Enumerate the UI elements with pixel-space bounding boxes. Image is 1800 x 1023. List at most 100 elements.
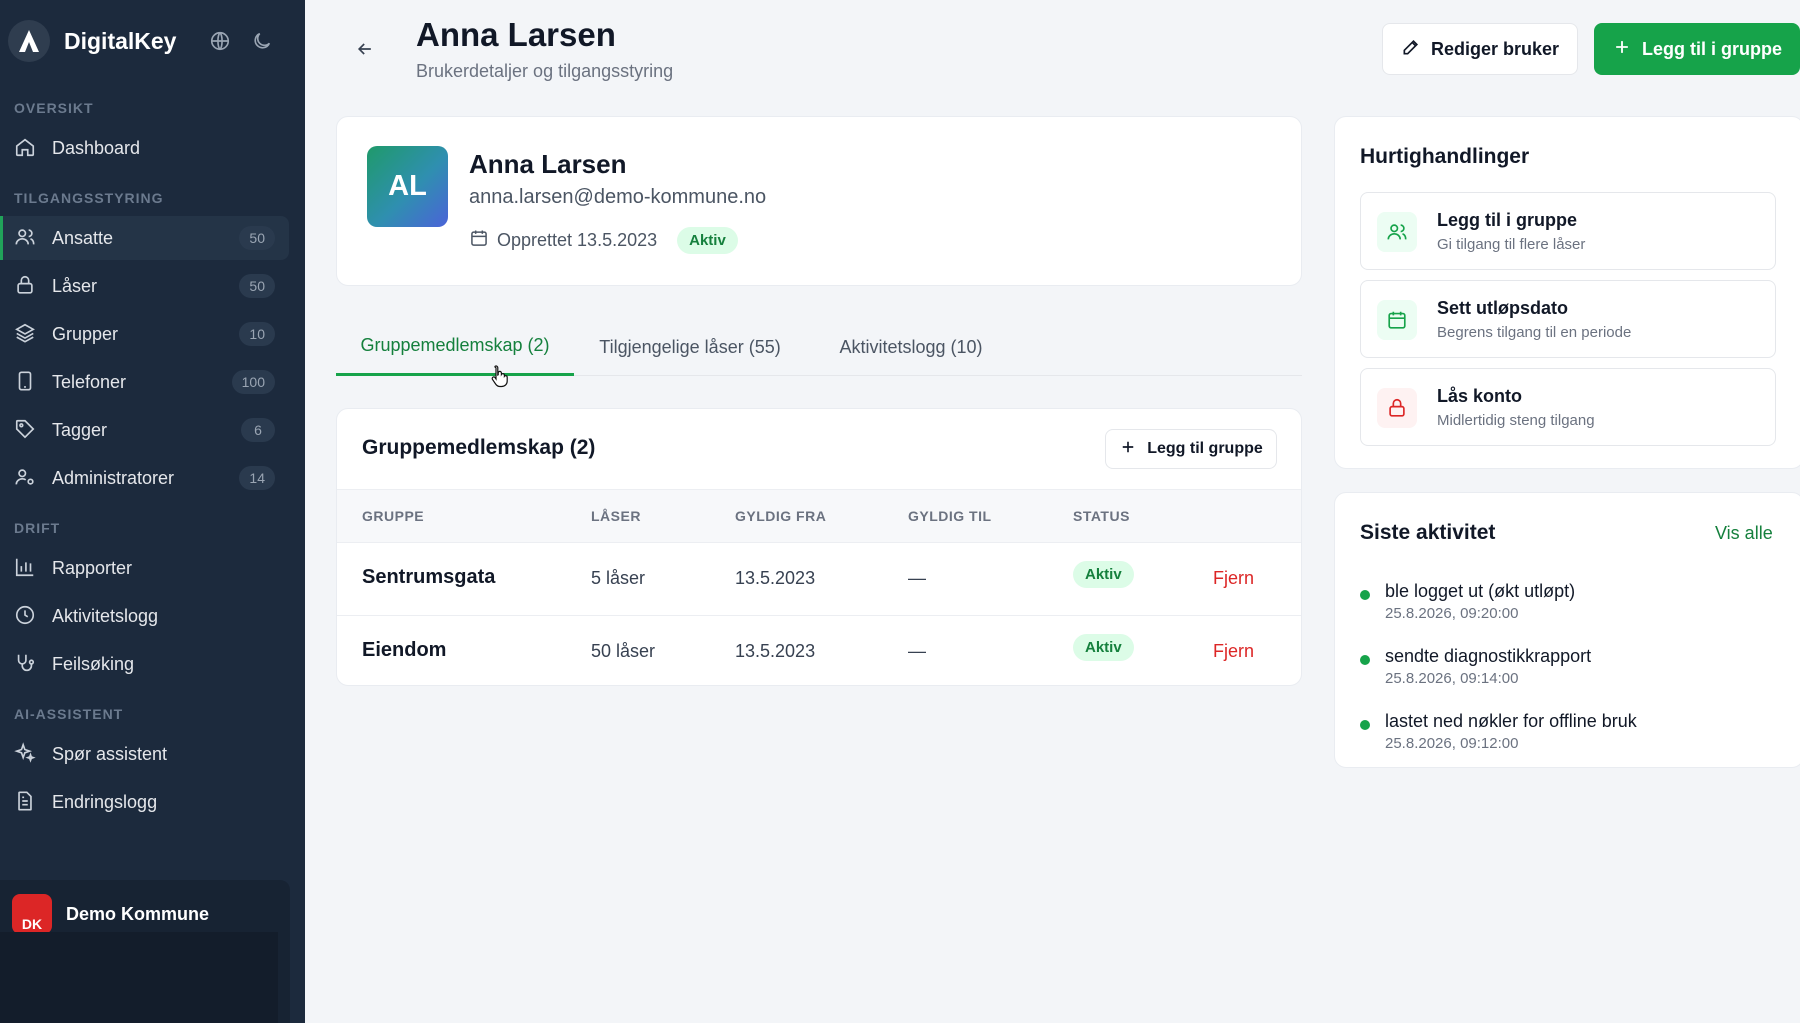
add-to-group-button[interactable]: Legg til i gruppe	[1594, 23, 1800, 75]
card-title: Gruppemedlemskap (2)	[362, 436, 596, 459]
plus-icon	[1612, 37, 1632, 62]
sidebar-item-spor-assistent[interactable]: Spør assistent	[0, 732, 289, 776]
page-subtitle: Brukerdetaljer og tilgangsstyring	[416, 61, 674, 81]
table-header: GRUPPE LÅSER GYLDIG FRA GYLDIG TIL STATU…	[337, 489, 1301, 543]
org-avatar: DK	[12, 894, 52, 934]
sidebar-item-label: Endringslogg	[52, 791, 158, 812]
sidebar-item-laser[interactable]: Låser 50	[0, 264, 289, 308]
edit-user-label: Rediger bruker	[1430, 38, 1560, 59]
sidebar-item-dashboard[interactable]: Dashboard	[0, 126, 289, 170]
profile-name: Anna Larsen	[469, 149, 627, 179]
section-title-ai-assistent: AI-ASSISTENT	[14, 706, 124, 722]
calendar-icon	[1377, 300, 1417, 340]
lock-icon	[14, 274, 38, 298]
quick-actions-card: Hurtighandlinger Legg til i gruppe Gi ti…	[1334, 116, 1800, 469]
remove-button[interactable]: Fjern	[1213, 568, 1254, 589]
status-dot	[1360, 590, 1370, 600]
tab-tilgjengelige-laser[interactable]: Tilgjengelige låser (55)	[590, 318, 790, 376]
layers-icon	[14, 322, 38, 346]
activity-text: lastet ned nøkler for offline bruk	[1385, 711, 1637, 731]
add-group-label: Legg til gruppe	[1147, 440, 1263, 457]
add-group-button[interactable]: Legg til gruppe	[1105, 429, 1277, 469]
tab-aktivitetslogg[interactable]: Aktivitetslogg (10)	[826, 318, 996, 376]
column-header: GRUPPE	[362, 508, 425, 524]
quick-action-title: Sett utløpsdato	[1437, 298, 1568, 318]
activity-text: sendte diagnostikkrapport	[1385, 646, 1592, 666]
card-title: Hurtighandlinger	[1360, 145, 1530, 168]
quick-action-add-to-group[interactable]: Legg til i gruppe Gi tilgang til flere l…	[1360, 192, 1776, 270]
count-badge: 100	[231, 370, 275, 394]
quick-action-title: Legg til i gruppe	[1437, 210, 1577, 230]
sidebar-item-administratorer[interactable]: Administratorer 14	[0, 456, 289, 500]
logo	[8, 20, 50, 62]
section-title-oversikt: OVERSIKT	[14, 100, 94, 116]
status-badge: Aktiv	[1073, 561, 1134, 588]
lock-icon	[1377, 388, 1417, 428]
sidebar-item-telefoner[interactable]: Telefoner 100	[0, 360, 289, 404]
section-title-drift: DRIFT	[14, 520, 61, 536]
card-title: Siste aktivitet	[1360, 521, 1496, 544]
sidebar-item-aktivitetslogg[interactable]: Aktivitetslogg	[0, 594, 289, 638]
stethoscope-icon	[14, 652, 38, 676]
pencil-icon	[1401, 37, 1421, 62]
add-to-group-label: Legg til i gruppe	[1642, 38, 1782, 59]
sidebar-item-feilsoking[interactable]: Feilsøking	[0, 642, 289, 686]
sidebar-item-ansatte[interactable]: Ansatte 50	[0, 216, 289, 260]
sidebar-item-grupper[interactable]: Grupper 10	[0, 312, 289, 356]
profile-meta: Opprettet 13.5.2023 Aktiv	[469, 227, 738, 254]
quick-action-set-expiry[interactable]: Sett utløpsdato Begrens tilgang til en p…	[1360, 280, 1776, 358]
quick-action-subtitle: Midlertidig steng tilgang	[1437, 412, 1595, 429]
sparkles-icon	[14, 742, 38, 766]
see-all-link[interactable]: Vis alle	[1715, 523, 1773, 544]
moon-icon[interactable]	[251, 30, 273, 52]
quick-action-subtitle: Gi tilgang til flere låser	[1437, 236, 1586, 253]
quick-action-title: Lås konto	[1437, 386, 1523, 406]
count-badge: 50	[239, 274, 275, 298]
globe-icon[interactable]	[209, 30, 231, 52]
users-icon	[1377, 212, 1417, 252]
sidebar-item-label: Spør assistent	[52, 743, 168, 764]
group-valid-to: —	[908, 641, 926, 661]
calendar-icon	[469, 228, 489, 253]
org-switcher[interactable]: DK Demo Kommune	[0, 880, 290, 1023]
quick-action-subtitle: Begrens tilgang til en periode	[1437, 324, 1632, 341]
group-valid-from: 13.5.2023	[735, 568, 816, 588]
status-badge: Aktiv	[677, 227, 738, 254]
column-header: LÅSER	[591, 508, 641, 524]
count-badge: 14	[239, 466, 275, 490]
back-button[interactable]	[350, 36, 380, 66]
quick-action-lock-account[interactable]: Lås konto Midlertidig steng tilgang	[1360, 368, 1776, 446]
sidebar-item-rapporter[interactable]: Rapporter	[0, 546, 289, 590]
tab-gruppemedlemskap[interactable]: Gruppemedlemskap (2)	[336, 318, 574, 376]
sidebar-item-label: Aktivitetslogg	[52, 605, 159, 626]
count-badge: 50	[239, 226, 275, 250]
plus-icon	[1119, 438, 1137, 461]
tab-bar: Gruppemedlemskap (2) Tilgjengelige låser…	[336, 318, 1302, 376]
group-locks: 5 låser	[591, 568, 646, 588]
sidebar-item-label: Grupper	[52, 323, 119, 344]
home-icon	[14, 136, 38, 160]
group-valid-from: 13.5.2023	[735, 641, 816, 661]
sidebar-item-endringslogg[interactable]: Endringslogg	[0, 780, 289, 824]
count-badge: 10	[239, 322, 275, 346]
status-dot	[1360, 655, 1370, 665]
page-title: Anna Larsen	[416, 16, 616, 53]
group-valid-to: —	[908, 568, 926, 588]
count-badge: 6	[241, 418, 275, 442]
hand-cursor-icon	[490, 364, 510, 388]
clock-icon	[14, 604, 38, 628]
recent-activity-card: Siste aktivitet Vis alle ble logget ut (…	[1334, 492, 1800, 768]
users-icon	[14, 226, 38, 250]
avatar: AL	[367, 146, 448, 227]
sidebar-item-label: Tagger	[52, 419, 108, 440]
group-locks: 50 låser	[591, 641, 656, 661]
sidebar-item-tagger[interactable]: Tagger 6	[0, 408, 289, 452]
edit-user-button[interactable]: Rediger bruker	[1382, 23, 1578, 75]
status-badge: Aktiv	[1073, 634, 1134, 661]
file-text-icon	[14, 790, 38, 814]
activity-text: ble logget ut (økt utløpt)	[1385, 581, 1576, 601]
app-name: DigitalKey	[64, 27, 177, 54]
section-title-tilgangsstyring: TILGANGSSTYRING	[14, 190, 164, 206]
remove-button[interactable]: Fjern	[1213, 641, 1254, 662]
arrow-left-icon	[355, 39, 375, 64]
